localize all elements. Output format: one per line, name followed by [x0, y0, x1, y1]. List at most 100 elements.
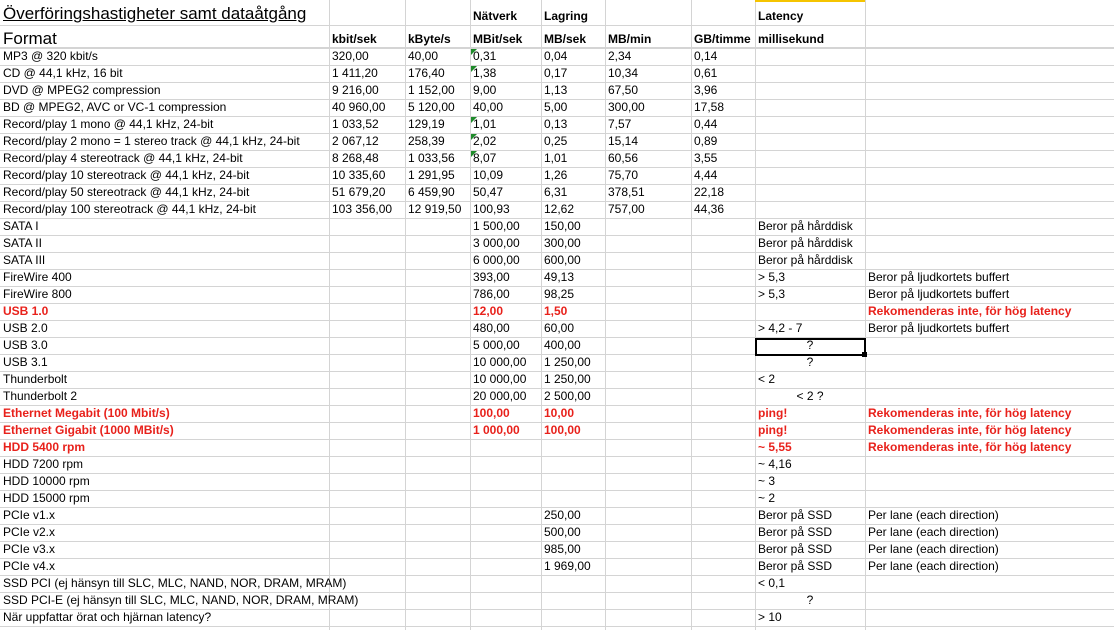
error-indicator-icon[interactable]	[471, 66, 477, 72]
cell-kbit[interactable]: 320,00	[329, 48, 372, 65]
column-header-mbit[interactable]: MBit/sek	[470, 31, 525, 48]
cell-kbyte[interactable]: 40,00	[405, 48, 441, 65]
cell-mbsek[interactable]: 500,00	[541, 524, 584, 541]
cell-mbsek[interactable]: 1 969,00	[541, 558, 594, 575]
cell-latency[interactable]: ?	[755, 354, 865, 371]
cell-format[interactable]: PCIe v3.x	[0, 541, 58, 558]
cell-mbit[interactable]: 3 000,00	[470, 235, 523, 252]
cell-mbsek[interactable]: 0,13	[541, 116, 570, 133]
cell-mbit[interactable]: 1 000,00	[470, 422, 523, 439]
cell-gbtimme[interactable]: 0,14	[691, 48, 720, 65]
cell-format[interactable]: USB 3.0	[0, 337, 51, 354]
cell-format[interactable]: Record/play 50 stereotrack @ 44,1 kHz, 2…	[0, 184, 252, 201]
cell-kbit[interactable]: 40 960,00	[329, 99, 388, 116]
cell-mbit[interactable]: 100,00	[470, 405, 513, 422]
cell-latency[interactable]: Beror på SSD	[755, 541, 835, 558]
cell-mbit[interactable]: 10,09	[470, 167, 506, 184]
cell-mbsek[interactable]: 1,13	[541, 82, 570, 99]
cell-note[interactable]: Rekomenderas inte, för hög latency	[865, 303, 1074, 320]
cell-kbit[interactable]: 2 067,12	[329, 133, 382, 150]
cell-mbsek[interactable]: 10,00	[541, 405, 577, 422]
column-header-kbit[interactable]: kbit/sek	[329, 31, 380, 48]
fill-handle[interactable]	[862, 352, 867, 357]
cell-mbit[interactable]: 480,00	[470, 320, 513, 337]
cell-kbyte[interactable]: 1 291,95	[405, 167, 458, 184]
cell-latency[interactable]: Beror på SSD	[755, 524, 835, 541]
header-latency[interactable]: Latency	[755, 8, 806, 25]
cell-mbsek[interactable]: 150,00	[541, 218, 584, 235]
cell-gbtimme[interactable]: 0,44	[691, 116, 720, 133]
cell-mbsek[interactable]: 300,00	[541, 235, 584, 252]
cell-kbyte[interactable]: 5 120,00	[405, 99, 458, 116]
column-header-format[interactable]: Format	[0, 29, 60, 49]
cell-mbsek[interactable]: 1 250,00	[541, 354, 594, 371]
cell-note[interactable]: Per lane (each direction)	[865, 558, 1002, 575]
cell-format[interactable]: FireWire 400	[0, 269, 75, 286]
cell-mbsek[interactable]: 0,25	[541, 133, 570, 150]
cell-mbmin[interactable]: 75,70	[605, 167, 641, 184]
spreadsheet-grid[interactable]: Överföringshastigheter samt dataåtgång N…	[0, 0, 1114, 630]
cell-kbit[interactable]: 103 356,00	[329, 201, 395, 218]
cell-mbsek[interactable]: 1,50	[541, 303, 570, 320]
cell-mbsek[interactable]: 2 500,00	[541, 388, 594, 405]
cell-note[interactable]: Rekomenderas inte, för hög latency	[865, 422, 1074, 439]
cell-format[interactable]: Record/play 4 stereotrack @ 44,1 kHz, 24…	[0, 150, 246, 167]
error-indicator-icon[interactable]	[471, 134, 477, 140]
cell-mbsek[interactable]: 600,00	[541, 252, 584, 269]
cell-mbit[interactable]: 100,93	[470, 201, 513, 218]
cell-mbit[interactable]: 10 000,00	[470, 371, 529, 388]
cell-mbit[interactable]: 9,00	[470, 82, 499, 99]
error-indicator-icon[interactable]	[471, 117, 477, 123]
cell-format[interactable]: PCIe v2.x	[0, 524, 58, 541]
cell-mbsek[interactable]: 49,13	[541, 269, 577, 286]
cell-format[interactable]: SSD PCI (ej hänsyn till SLC, MLC, NAND, …	[0, 575, 349, 592]
cell-format[interactable]: Ethernet Megabit (100 Mbit/s)	[0, 405, 173, 422]
cell-latency[interactable]: > 4,2 - 7	[755, 320, 805, 337]
cell-note[interactable]: Beror på ljudkortets buffert	[865, 320, 1012, 337]
cell-kbyte[interactable]: 1 152,00	[405, 82, 458, 99]
cell-mbit[interactable]: 12,00	[470, 303, 506, 320]
cell-format[interactable]: MP3 @ 320 kbit/s	[0, 48, 101, 65]
cell-kbit[interactable]: 9 216,00	[329, 82, 382, 99]
cell-kbyte[interactable]: 258,39	[405, 133, 448, 150]
cell-latency[interactable]: ~ 3	[755, 473, 778, 490]
cell-format[interactable]: USB 3.1	[0, 354, 51, 371]
cell-latency[interactable]: ~ 4,16	[755, 456, 795, 473]
cell-note[interactable]: Beror på ljudkortets buffert	[865, 286, 1012, 303]
cell-latency[interactable]: > 10	[755, 609, 785, 626]
cell-gbtimme[interactable]: 44,36	[691, 201, 727, 218]
cell-mbit[interactable]: 5 000,00	[470, 337, 523, 354]
error-indicator-icon[interactable]	[471, 49, 477, 55]
cell-format[interactable]: USB 2.0	[0, 320, 51, 337]
cell-gbtimme[interactable]: 0,61	[691, 65, 720, 82]
cell-format[interactable]: HDD 7200 rpm	[0, 456, 86, 473]
column-header-ms[interactable]: millisekund	[755, 31, 827, 48]
cell-mbsek[interactable]: 5,00	[541, 99, 570, 116]
error-indicator-icon[interactable]	[471, 151, 477, 157]
cell-mbsek[interactable]: 400,00	[541, 337, 584, 354]
cell-format[interactable]: HDD 5400 rpm	[0, 439, 88, 456]
cell-kbit[interactable]: 8 268,48	[329, 150, 382, 167]
cell-note[interactable]: Per lane (each direction)	[865, 524, 1002, 541]
cell-mbmin[interactable]: 378,51	[605, 184, 648, 201]
cell-format[interactable]: SATA II	[0, 235, 45, 252]
cell-format[interactable]: PCIe v4.x	[0, 558, 58, 575]
column-header-mbmin[interactable]: MB/min	[605, 31, 654, 48]
cell-format[interactable]: Record/play 2 mono = 1 stereo track @ 44…	[0, 133, 303, 150]
cell-mbit[interactable]: 786,00	[470, 286, 513, 303]
cell-format[interactable]: CD @ 44,1 kHz, 16 bit	[0, 65, 126, 82]
cell-latency[interactable]: ping!	[755, 405, 790, 422]
cell-format[interactable]: Thunderbolt	[0, 371, 70, 388]
cell-mbmin[interactable]: 60,56	[605, 150, 641, 167]
cell-format[interactable]: Record/play 100 stereotrack @ 44,1 kHz, …	[0, 201, 259, 218]
cell-kbyte[interactable]: 176,40	[405, 65, 448, 82]
cell-note[interactable]: Rekomenderas inte, för hög latency	[865, 405, 1074, 422]
cell-latency[interactable]: ~ 5,55	[755, 439, 795, 456]
cell-kbyte[interactable]: 12 919,50	[405, 201, 464, 218]
cell-mbit[interactable]: 1 500,00	[470, 218, 523, 235]
column-header-kbyte[interactable]: kByte/s	[405, 31, 454, 48]
cell-latency[interactable]: < 2 ?	[755, 388, 865, 405]
cell-kbyte[interactable]: 6 459,90	[405, 184, 458, 201]
cell-format[interactable]: HDD 10000 rpm	[0, 473, 93, 490]
cell-mbsek[interactable]: 1,26	[541, 167, 570, 184]
